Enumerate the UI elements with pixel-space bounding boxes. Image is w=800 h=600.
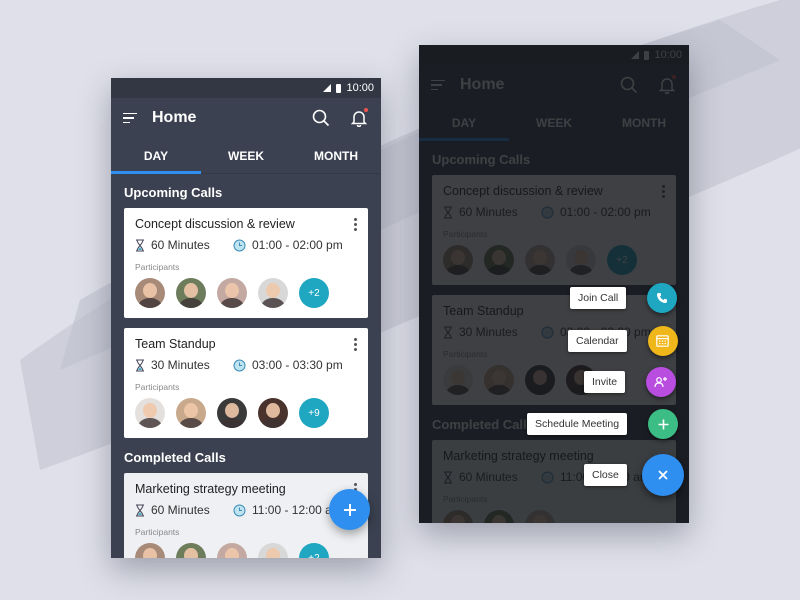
calendar-label[interactable]: Calendar: [568, 330, 627, 352]
page-title: Home: [152, 109, 197, 126]
add-fab-button[interactable]: [329, 489, 370, 530]
call-title: Marketing strategy meeting: [135, 482, 286, 496]
app-bar: Home: [111, 98, 381, 138]
more-participants-badge[interactable]: +2: [299, 543, 329, 558]
avatar[interactable]: [176, 278, 206, 308]
close-fab-button[interactable]: [641, 454, 684, 496]
participants-label: Participants: [135, 382, 180, 392]
join-call-button[interactable]: [647, 283, 678, 313]
avatar[interactable]: [135, 398, 165, 428]
search-button[interactable]: [311, 108, 331, 128]
avatar[interactable]: [217, 398, 247, 428]
more-participants-badge[interactable]: +2: [299, 278, 329, 308]
schedule-meeting-button[interactable]: [648, 409, 679, 439]
plus-icon: [658, 419, 669, 429]
speed-dial-invite[interactable]: Invite: [584, 367, 677, 397]
section-upcoming-calls: Upcoming Calls: [124, 185, 223, 200]
clock-icon: [233, 504, 246, 516]
participant-list: +2: [135, 543, 357, 558]
more-participants-badge[interactable]: +9: [299, 398, 329, 428]
menu-icon[interactable]: [123, 112, 137, 124]
call-time: 01:00 - 02:00 pm: [252, 238, 343, 252]
tab-indicator: [111, 171, 201, 174]
phone-screen-speed-dial: 10:00 Home DAY WEEK MONTH Upcoming Calls…: [419, 45, 689, 523]
avatar[interactable]: [258, 398, 288, 428]
phone-screen-default: 10:00 Home DAY WEEK MONTH Upcoming Calls…: [111, 78, 381, 558]
close-icon: [658, 470, 668, 480]
more-options-icon[interactable]: [354, 338, 357, 351]
invite-label[interactable]: Invite: [584, 371, 626, 393]
battery-icon: [336, 83, 342, 93]
notification-dot: [364, 108, 368, 112]
call-title: Concept discussion & review: [135, 217, 295, 231]
calendar-icon: [656, 335, 669, 347]
call-duration: 60 Minutes: [151, 238, 210, 252]
speed-dial-schedule-meeting[interactable]: Schedule Meeting: [527, 409, 679, 439]
section-completed-calls: Completed Calls: [124, 450, 226, 465]
hourglass-icon: [136, 504, 144, 516]
phone-icon: [657, 293, 668, 303]
avatar[interactable]: [217, 543, 247, 558]
notifications-button[interactable]: [349, 108, 369, 128]
hourglass-icon: [136, 239, 144, 251]
status-time: 10:00: [346, 82, 374, 94]
avatar[interactable]: [258, 278, 288, 308]
participant-list: +9: [135, 398, 357, 428]
add-person-icon: [654, 377, 668, 388]
call-card[interactable]: Team Standup 30 Minutes 03:00 - 03:30 pm…: [124, 328, 368, 438]
tab-bar: DAY WEEK MONTH: [111, 138, 381, 174]
speed-dial-calendar[interactable]: Calendar: [568, 326, 678, 356]
tab-month[interactable]: MONTH: [291, 138, 381, 173]
hourglass-icon: [136, 359, 144, 371]
participants-label: Participants: [135, 527, 180, 537]
calendar-button[interactable]: [647, 326, 678, 356]
call-duration: 60 Minutes: [151, 503, 210, 517]
tab-week[interactable]: WEEK: [201, 138, 291, 173]
call-title: Team Standup: [135, 337, 216, 351]
tab-day[interactable]: DAY: [111, 138, 201, 173]
speed-dial-join-call[interactable]: Join Call: [570, 283, 678, 313]
status-bar: 10:00: [111, 78, 381, 98]
avatar[interactable]: [135, 278, 165, 308]
avatar[interactable]: [176, 398, 206, 428]
participants-label: Participants: [135, 262, 180, 272]
clock-icon: [233, 359, 246, 371]
avatar[interactable]: [217, 278, 247, 308]
avatar[interactable]: [176, 543, 206, 558]
invite-button[interactable]: [646, 367, 677, 397]
call-duration: 30 Minutes: [151, 358, 210, 372]
participant-list: +2: [135, 278, 357, 308]
more-options-icon[interactable]: [354, 218, 357, 231]
search-icon: [312, 109, 330, 127]
avatar[interactable]: [135, 543, 165, 558]
join-call-label[interactable]: Join Call: [570, 287, 627, 309]
schedule-meeting-label[interactable]: Schedule Meeting: [527, 413, 628, 435]
signal-icon: [323, 84, 332, 92]
call-time: 03:00 - 03:30 pm: [252, 358, 343, 372]
call-card[interactable]: Concept discussion & review 60 Minutes 0…: [124, 208, 368, 318]
close-label[interactable]: Close: [584, 464, 627, 486]
clock-icon: [233, 239, 246, 251]
plus-icon: [343, 503, 356, 516]
speed-dial-close[interactable]: Close: [584, 454, 684, 496]
avatar[interactable]: [258, 543, 288, 558]
